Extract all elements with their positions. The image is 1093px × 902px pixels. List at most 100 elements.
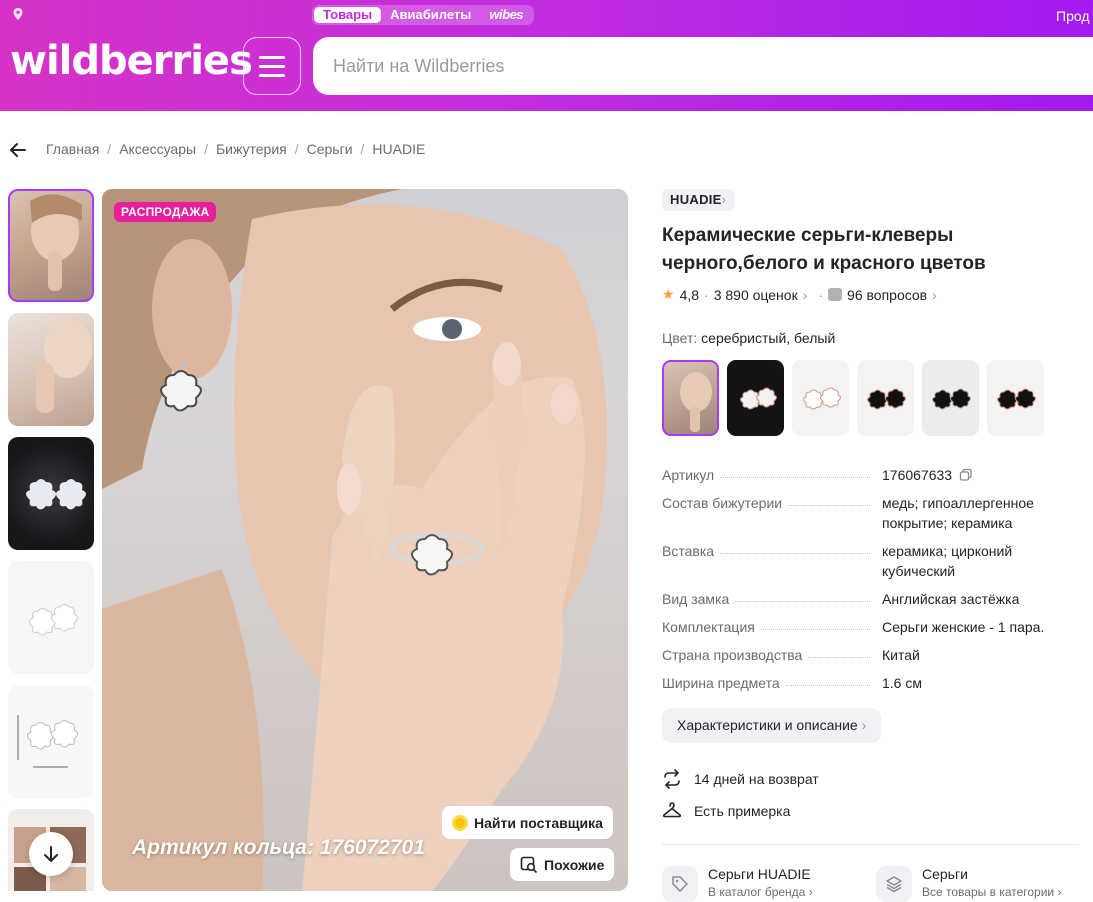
arrow-down-icon — [44, 846, 58, 862]
model-photo-icon — [36, 318, 92, 413]
copy-icon[interactable] — [959, 468, 973, 482]
earrings-photo-icon — [803, 387, 841, 410]
spec-key: Вставка — [662, 543, 715, 559]
spec-value: керамика; цирконий кубический — [882, 543, 1013, 579]
color-swatch[interactable] — [857, 360, 914, 436]
spec-row: Состав бижутерии медь; гипоаллергенное п… — [662, 493, 1082, 533]
chevron-right-icon: › — [808, 885, 813, 899]
category-link[interactable]: Серьги Все товары в категории › — [876, 866, 1061, 902]
main-product-image[interactable]: РАСПРОДАЖА Артикул кольца: 176072701 Най… — [102, 189, 628, 891]
product-title: Керамические серьги-клеверы черного,бело… — [662, 225, 986, 274]
spec-value: 176067633 — [882, 467, 953, 483]
breadcrumb-item[interactable]: Серьги — [307, 141, 353, 157]
color-swatch[interactable] — [792, 360, 849, 436]
fitting-info: Есть примерка — [662, 801, 790, 821]
thumbnail-image[interactable] — [8, 189, 94, 302]
brand-catalog-title: Серьги HUADIE — [708, 866, 811, 882]
color-swatch[interactable] — [987, 360, 1044, 436]
reviews-link[interactable]: 3 890 оценок — [714, 287, 798, 303]
similar-button[interactable]: Похожие — [510, 848, 615, 881]
specs-description-button[interactable]: Характеристики и описание › — [662, 708, 882, 743]
breadcrumb: Главная / Аксессуары / Бижутерия / Серьги / … — [46, 141, 425, 157]
brand-catalog-link[interactable]: Серьги HUADIE В каталог бренда › — [662, 866, 813, 902]
return-arrows-icon — [664, 769, 680, 789]
service-tabs: Товары Авиабилеты wibes — [312, 5, 535, 25]
thumbnail-image[interactable] — [8, 437, 94, 550]
scroll-down-button[interactable] — [29, 832, 73, 876]
divider — [662, 844, 1079, 845]
tab-goods[interactable]: Товары — [314, 7, 382, 23]
spec-row: Вид замка Английская застёжка — [662, 589, 1082, 609]
spec-row: Артикул 176067633 — [662, 465, 1082, 485]
spec-value: 1.6 см — [882, 675, 922, 691]
chevron-right-icon: › — [1057, 885, 1062, 899]
find-supplier-label: Найти поставщика — [474, 814, 603, 831]
breadcrumb-item[interactable]: Главная — [46, 141, 99, 157]
breadcrumb-item[interactable]: Бижутерия — [216, 141, 287, 157]
color-swatch[interactable] — [727, 360, 784, 436]
spec-value: Китай — [882, 647, 920, 663]
brand-link[interactable]: HUADIE› — [662, 189, 735, 211]
specs-table: Артикул 176067633 Состав бижутерии медь;… — [662, 465, 1082, 701]
model-photo-icon — [30, 194, 82, 291]
spec-value: медь; гипоаллергенное покрытие; керамика — [882, 495, 1034, 531]
earrings-photo-icon — [740, 387, 777, 410]
tab-flights[interactable]: Авиабилеты — [381, 7, 480, 23]
earrings-photo-icon — [932, 388, 971, 410]
breadcrumb-item[interactable]: HUADIE — [372, 141, 425, 157]
tab-wibes[interactable]: wibes — [480, 7, 532, 23]
thumbnail-image[interactable] — [8, 313, 94, 426]
return-info: 14 дней на возврат — [662, 769, 819, 789]
color-swatch[interactable] — [922, 360, 979, 436]
spec-key: Состав бижутерии — [662, 495, 783, 511]
spec-row: Комплектация Серьги женские - 1 пара. — [662, 617, 1082, 637]
color-line: Цвет: серебристый, белый — [662, 330, 835, 346]
location-pin-icon[interactable] — [11, 7, 25, 21]
rating-value: 4,8 — [679, 286, 700, 303]
logo[interactable]: wildberries — [10, 38, 253, 84]
spec-row: Страна производства Китай — [662, 645, 1082, 665]
breadcrumb-item[interactable]: Аксессуары — [119, 141, 196, 157]
spec-key: Артикул — [662, 467, 715, 483]
earrings-photo-icon — [867, 388, 906, 410]
star-icon: ★ — [662, 286, 675, 302]
search-input[interactable] — [313, 37, 1093, 95]
site-header: Товары Авиабилеты wibes Прод wildberries — [0, 0, 1093, 111]
brand-name: HUADIE — [670, 192, 722, 207]
color-swatches — [662, 360, 1044, 436]
menu-button[interactable] — [243, 37, 301, 95]
specs-description-label: Характеристики и описание — [677, 717, 858, 733]
search-similar-icon — [520, 856, 538, 873]
menu-line-icon — [259, 64, 285, 68]
category-sub: Все товары в категории — [922, 885, 1055, 899]
earrings-dimensions-icon — [17, 715, 78, 768]
image-caption: Артикул кольца: 176072701 — [132, 836, 425, 859]
return-label: 14 дней на возврат — [694, 771, 819, 787]
questions-link[interactable]: 96 вопросов — [847, 287, 927, 303]
layers-icon — [876, 866, 912, 902]
spec-key: Ширина предмета — [662, 675, 780, 691]
sell-link[interactable]: Прод — [1056, 8, 1090, 24]
breadcrumb-separator: / — [360, 141, 365, 157]
color-value: серебристый, белый — [701, 330, 836, 346]
color-swatch[interactable] — [662, 360, 719, 436]
question-icon — [828, 288, 843, 301]
sale-badge: РАСПРОДАЖА — [114, 202, 217, 222]
menu-line-icon — [259, 73, 285, 77]
rating-row: ★ 4,8 · 3 890 оценок › · 96 вопросов › — [662, 286, 937, 303]
spec-value: Серьги женские - 1 пара. — [882, 619, 1045, 635]
thumbnail-image[interactable] — [8, 561, 94, 674]
chevron-right-icon: › — [802, 286, 808, 303]
thumbnail-list — [8, 189, 94, 891]
dot-separator: · — [704, 286, 709, 303]
breadcrumb-separator: / — [204, 141, 208, 157]
spec-key: Страна производства — [662, 647, 803, 663]
tag-icon — [662, 866, 698, 902]
chevron-right-icon: › — [721, 192, 727, 207]
back-arrow-icon[interactable] — [8, 140, 28, 160]
breadcrumb-separator: / — [294, 141, 299, 157]
thumbnail-image[interactable] — [8, 685, 94, 798]
find-supplier-button[interactable]: Найти поставщика — [442, 806, 613, 839]
similar-label: Похожие — [544, 856, 605, 873]
category-title: Серьги — [922, 866, 968, 882]
